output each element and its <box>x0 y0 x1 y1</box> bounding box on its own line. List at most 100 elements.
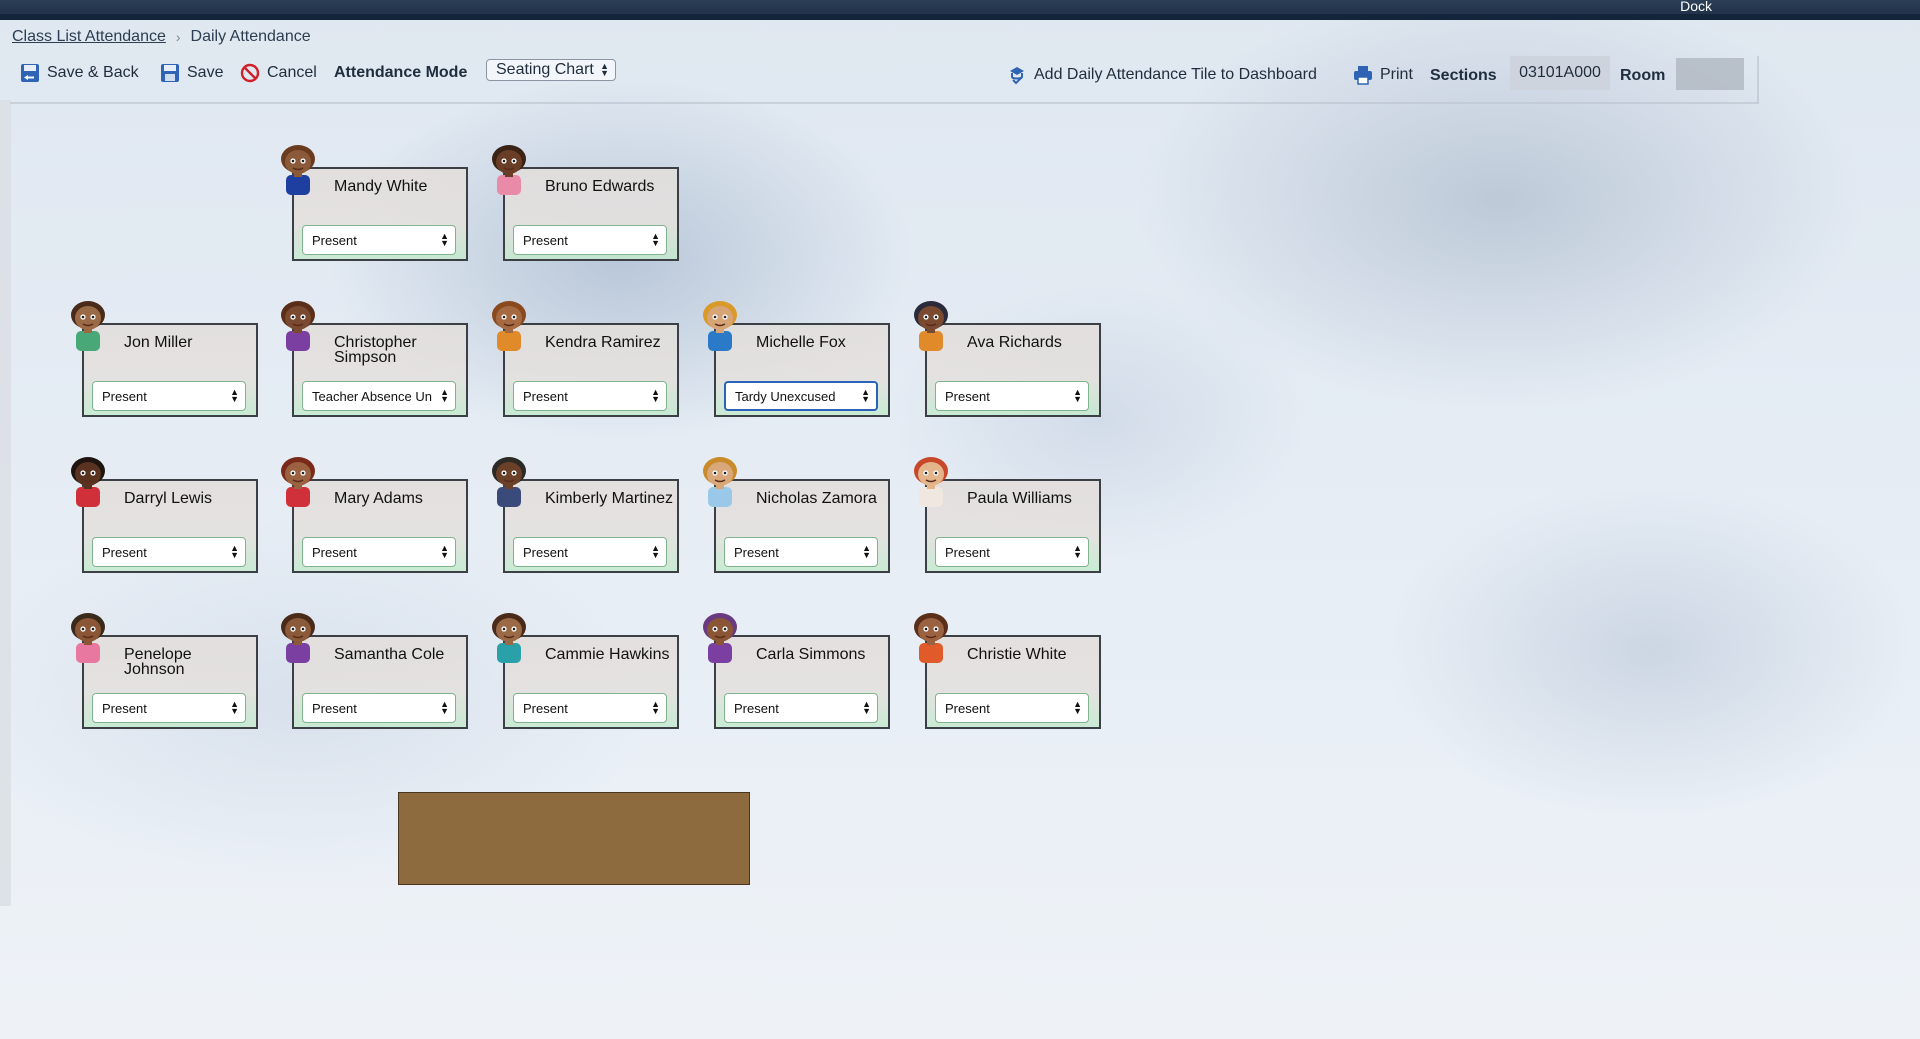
select-arrows-icon: ▲ ▼ <box>440 231 449 248</box>
attendance-status-select[interactable]: Present ▲ ▼ <box>724 693 878 723</box>
attendance-status-value: Present <box>523 388 568 404</box>
student-card[interactable]: Ava Richards Present ▲ ▼ <box>914 301 1101 417</box>
attendance-status-select[interactable]: Present ▲ ▼ <box>92 537 246 567</box>
attendance-status-value: Present <box>312 700 357 716</box>
student-card[interactable]: Michelle Fox Tardy Unexcused ▲ ▼ <box>703 301 890 417</box>
attendance-status-value: Tardy Unexcused <box>735 388 836 404</box>
teacher-desk <box>398 792 750 885</box>
left-rail <box>0 100 11 906</box>
student-card[interactable]: Cammie Hawkins Present ▲ ▼ <box>492 613 679 729</box>
attendance-status-select[interactable]: Present ▲ ▼ <box>513 381 667 411</box>
attendance-status-value: Present <box>734 700 779 716</box>
attendance-status-value: Present <box>945 544 990 560</box>
attendance-status-select[interactable]: Present ▲ ▼ <box>935 381 1089 411</box>
attendance-status-select[interactable]: Present ▲ ▼ <box>513 693 667 723</box>
room-label: Room <box>1620 67 1666 84</box>
attendance-status-select[interactable]: Present ▲ ▼ <box>92 381 246 411</box>
attendance-status-select[interactable]: Teacher Absence Un ▲ ▼ <box>302 381 456 411</box>
student-name: Penelope Johnson <box>124 646 192 678</box>
breadcrumb-class-list-link[interactable]: Class List Attendance <box>12 28 166 46</box>
select-arrows-icon: ▲ ▼ <box>1073 699 1082 716</box>
attendance-status-value: Present <box>312 544 357 560</box>
student-card[interactable]: Kimberly Martinez Present ▲ ▼ <box>492 457 679 573</box>
student-avatar-icon <box>694 607 746 665</box>
student-name: Michelle Fox <box>756 334 846 351</box>
attendance-status-select[interactable]: Present ▲ ▼ <box>302 225 456 255</box>
select-arrows-icon: ▲ ▼ <box>230 699 239 716</box>
student-name: Paula Williams <box>967 490 1072 507</box>
attendance-status-value: Present <box>102 388 147 404</box>
student-name: Kendra Ramirez <box>545 334 661 351</box>
student-card[interactable]: Penelope Johnson Present ▲ ▼ <box>71 613 258 729</box>
breadcrumb-current: Daily Attendance <box>190 28 311 45</box>
student-card[interactable]: Darryl Lewis Present ▲ ▼ <box>71 457 258 573</box>
student-card[interactable]: Carla Simmons Present ▲ ▼ <box>703 613 890 729</box>
select-arrows-icon: ▲ ▼ <box>651 699 660 716</box>
student-card[interactable]: Jon Miller Present ▲ ▼ <box>71 301 258 417</box>
student-name: Jon Miller <box>124 334 193 351</box>
student-avatar-icon <box>272 607 324 665</box>
attendance-status-select[interactable]: Present ▲ ▼ <box>302 537 456 567</box>
chevron-right-icon: › <box>175 29 181 45</box>
cancel-button[interactable]: Cancel <box>240 60 317 86</box>
attendance-status-value: Present <box>945 700 990 716</box>
attendance-status-select[interactable]: Present ▲ ▼ <box>513 537 667 567</box>
select-arrows-icon: ▲ ▼ <box>600 61 609 78</box>
sections-value[interactable]: 03101A000 <box>1510 56 1610 90</box>
select-arrows-icon: ▲ ▼ <box>651 387 660 404</box>
attendance-status-select[interactable]: Tardy Unexcused ▲ ▼ <box>724 381 878 411</box>
attendance-status-value: Present <box>312 232 357 248</box>
attendance-status-select[interactable]: Present ▲ ▼ <box>302 693 456 723</box>
select-arrows-icon: ▲ ▼ <box>1073 543 1082 560</box>
student-card[interactable]: Bruno Edwards Present ▲ ▼ <box>492 145 679 261</box>
student-name: Carla Simmons <box>756 646 866 663</box>
select-arrows-icon: ▲ ▼ <box>651 231 660 248</box>
attendance-mode-label: Attendance Mode <box>334 64 468 81</box>
select-arrows-icon: ▲ ▼ <box>862 543 871 560</box>
attendance-status-value: Teacher Absence Un <box>312 388 432 404</box>
student-card[interactable]: Samantha Cole Present ▲ ▼ <box>281 613 468 729</box>
student-card[interactable]: Christie White Present ▲ ▼ <box>914 613 1101 729</box>
attendance-status-value: Present <box>523 232 568 248</box>
student-avatar-icon <box>62 451 114 509</box>
student-name: Darryl Lewis <box>124 490 213 507</box>
attendance-status-select[interactable]: Present ▲ ▼ <box>935 693 1089 723</box>
student-card[interactable]: Paula Williams Present ▲ ▼ <box>914 457 1101 573</box>
print-label: Print <box>1380 66 1413 83</box>
student-name: Christie White <box>967 646 1067 663</box>
attendance-status-value: Present <box>945 388 990 404</box>
dock-label[interactable]: Dock <box>1680 0 1712 14</box>
student-card[interactable]: Christopher Simpson Teacher Absence Un ▲ ▼ <box>281 301 468 417</box>
save-back-button[interactable]: Save & Back <box>20 60 139 86</box>
cancel-icon <box>240 63 260 83</box>
attendance-status-select[interactable]: Present ▲ ▼ <box>935 537 1089 567</box>
student-card[interactable]: Nicholas Zamora Present ▲ ▼ <box>703 457 890 573</box>
student-avatar-icon <box>694 295 746 353</box>
student-card[interactable]: Mandy White Present ▲ ▼ <box>281 145 468 261</box>
student-avatar-icon <box>905 451 957 509</box>
attendance-mode-select[interactable]: Seating Chart ▲ ▼ <box>486 59 616 81</box>
student-name: Nicholas Zamora <box>756 490 877 507</box>
attendance-status-value: Present <box>734 544 779 560</box>
room-value[interactable] <box>1676 58 1744 90</box>
breadcrumb: Class List Attendance › Daily Attendance <box>12 28 311 46</box>
save-back-label: Save & Back <box>47 64 139 81</box>
printer-icon <box>1353 65 1373 85</box>
student-avatar-icon <box>272 451 324 509</box>
attendance-status-value: Present <box>102 700 147 716</box>
student-name: Samantha Cole <box>334 646 445 663</box>
attendance-status-select[interactable]: Present ▲ ▼ <box>92 693 246 723</box>
save-button[interactable]: Save <box>160 60 223 86</box>
select-arrows-icon: ▲ ▼ <box>862 699 871 716</box>
save-label: Save <box>187 64 224 81</box>
toolbar: Save & Back Save Cancel Attendance Mode … <box>10 56 1759 104</box>
add-tile-button[interactable]: Add Daily Attendance Tile to Dashboard <box>1007 62 1317 88</box>
attendance-status-value: Present <box>523 700 568 716</box>
print-button[interactable]: Print <box>1353 62 1413 88</box>
attendance-status-select[interactable]: Present ▲ ▼ <box>724 537 878 567</box>
attendance-status-select[interactable]: Present ▲ ▼ <box>513 225 667 255</box>
student-card[interactable]: Kendra Ramirez Present ▲ ▼ <box>492 301 679 417</box>
top-window-bar: Dock <box>0 0 1920 20</box>
student-avatar-icon <box>694 451 746 509</box>
student-card[interactable]: Mary Adams Present ▲ ▼ <box>281 457 468 573</box>
